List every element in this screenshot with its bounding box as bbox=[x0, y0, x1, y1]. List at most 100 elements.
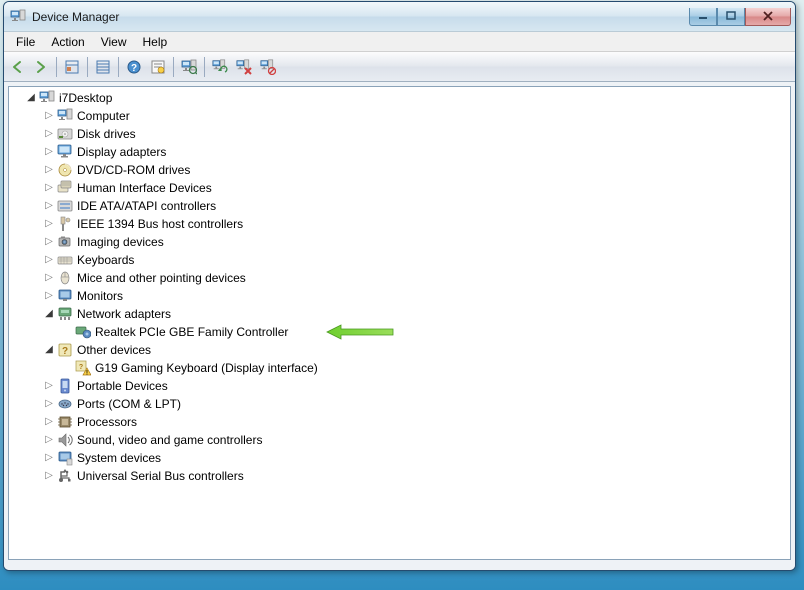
toolbar-help-button[interactable] bbox=[123, 56, 145, 78]
tree-node-system-devices[interactable]: ▷ System devices bbox=[9, 449, 790, 467]
highlight-arrow-icon bbox=[325, 324, 395, 340]
close-button[interactable] bbox=[745, 8, 791, 26]
statusbar bbox=[4, 564, 795, 570]
tree-node-imaging[interactable]: ▷ Imaging devices bbox=[9, 233, 790, 251]
device-manager-window: Device Manager File Action View Help bbox=[3, 1, 796, 571]
other-devices-icon bbox=[57, 342, 73, 358]
expand-icon[interactable]: ▷ bbox=[43, 290, 55, 302]
tree-leaf-realtek-nic[interactable]: Realtek PCIe GBE Family Controller bbox=[9, 323, 790, 341]
disable-icon bbox=[260, 59, 276, 75]
cpu-icon bbox=[57, 414, 73, 430]
expand-icon[interactable]: ▷ bbox=[43, 200, 55, 212]
toolbar-separator bbox=[56, 57, 57, 77]
maximize-button[interactable] bbox=[717, 8, 745, 26]
portable-device-icon bbox=[57, 378, 73, 394]
collapse-icon[interactable]: ◢ bbox=[43, 308, 55, 320]
toolbar bbox=[4, 52, 795, 82]
tree-node-network-adapters[interactable]: ◢ Network adapters bbox=[9, 305, 790, 323]
tree-node-computer[interactable]: ▷ Computer bbox=[9, 107, 790, 125]
tree-node-sound-video-game[interactable]: ▷ Sound, video and game controllers bbox=[9, 431, 790, 449]
window-title: Device Manager bbox=[32, 10, 689, 24]
expand-icon[interactable]: ▷ bbox=[43, 182, 55, 194]
speaker-icon bbox=[57, 432, 73, 448]
expand-icon[interactable]: ▷ bbox=[43, 236, 55, 248]
expand-icon[interactable]: ▷ bbox=[43, 254, 55, 266]
tree-node-ide-atapi[interactable]: ▷ IDE ATA/ATAPI controllers bbox=[9, 197, 790, 215]
expand-icon[interactable]: ▷ bbox=[43, 218, 55, 230]
tree-node-hid[interactable]: ▷ Human Interface Devices bbox=[9, 179, 790, 197]
camera-icon bbox=[57, 234, 73, 250]
firewire-icon bbox=[57, 216, 73, 232]
tree-node-display-adapters[interactable]: ▷ Display adapters bbox=[9, 143, 790, 161]
minimize-button[interactable] bbox=[689, 8, 717, 26]
monitor-icon bbox=[57, 288, 73, 304]
toolbar-scan-button[interactable] bbox=[178, 56, 200, 78]
dvd-icon bbox=[57, 162, 73, 178]
tree-node-ports[interactable]: ▷ Ports (COM & LPT) bbox=[9, 395, 790, 413]
toolbar-properties-button[interactable] bbox=[92, 56, 114, 78]
toolbar-show-hidden-button[interactable] bbox=[61, 56, 83, 78]
expand-icon[interactable]: ▷ bbox=[43, 416, 55, 428]
content-area: ◢ i7Desktop ▷ Computer ▷ Disk drives ▷ bbox=[4, 82, 795, 564]
back-arrow-icon bbox=[9, 59, 25, 75]
expand-icon[interactable]: ▷ bbox=[43, 272, 55, 284]
collapse-icon[interactable]: ◢ bbox=[43, 344, 55, 356]
toolbar-separator bbox=[87, 57, 88, 77]
tree-node-dvd-cdrom[interactable]: ▷ DVD/CD-ROM drives bbox=[9, 161, 790, 179]
computer-icon bbox=[57, 108, 73, 124]
computer-root-icon bbox=[39, 90, 55, 106]
tree-node-monitors[interactable]: ▷ Monitors bbox=[9, 287, 790, 305]
usb-icon bbox=[57, 468, 73, 484]
system-device-icon bbox=[57, 450, 73, 466]
expand-icon[interactable]: ▷ bbox=[43, 470, 55, 482]
update-driver-icon bbox=[212, 59, 228, 75]
tree-node-processors[interactable]: ▷ Processors bbox=[9, 413, 790, 431]
expand-icon[interactable]: ▷ bbox=[43, 128, 55, 140]
menu-view[interactable]: View bbox=[93, 33, 135, 51]
tree-node-ieee1394[interactable]: ▷ IEEE 1394 Bus host controllers bbox=[9, 215, 790, 233]
collapse-icon[interactable]: ◢ bbox=[25, 92, 37, 104]
tree-node-disk-drives[interactable]: ▷ Disk drives bbox=[9, 125, 790, 143]
expand-icon[interactable]: ▷ bbox=[43, 398, 55, 410]
toolbar-forward-button[interactable] bbox=[30, 56, 52, 78]
toolbar-props2-button[interactable] bbox=[147, 56, 169, 78]
nic-device-icon bbox=[75, 324, 91, 340]
toolbar-disable-button[interactable] bbox=[257, 56, 279, 78]
hid-icon bbox=[57, 180, 73, 196]
toolbar-uninstall-button[interactable] bbox=[233, 56, 255, 78]
device-tree-pane: ◢ i7Desktop ▷ Computer ▷ Disk drives ▷ bbox=[8, 86, 791, 560]
tree-node-other-devices[interactable]: ◢ Other devices bbox=[9, 341, 790, 359]
tree-node-mice[interactable]: ▷ Mice and other pointing devices bbox=[9, 269, 790, 287]
help-icon bbox=[126, 59, 142, 75]
expand-icon[interactable]: ▷ bbox=[43, 110, 55, 122]
tree-leaf-g19-keyboard[interactable]: G19 Gaming Keyboard (Display interface) bbox=[9, 359, 790, 377]
expand-icon[interactable]: ▷ bbox=[43, 380, 55, 392]
unknown-device-warning-icon bbox=[75, 360, 91, 376]
tree-node-keyboards[interactable]: ▷ Keyboards bbox=[9, 251, 790, 269]
toolbar-separator bbox=[118, 57, 119, 77]
network-adapter-icon bbox=[57, 306, 73, 322]
menu-file[interactable]: File bbox=[8, 33, 43, 51]
expand-icon[interactable]: ▷ bbox=[43, 434, 55, 446]
expand-icon[interactable]: ▷ bbox=[43, 164, 55, 176]
scan-hardware-icon bbox=[181, 59, 197, 75]
mouse-icon bbox=[57, 270, 73, 286]
toolbar-update-button[interactable] bbox=[209, 56, 231, 78]
keyboard-icon bbox=[57, 252, 73, 268]
tree-node-usb-controllers[interactable]: ▷ Universal Serial Bus controllers bbox=[9, 467, 790, 485]
expand-icon[interactable]: ▷ bbox=[43, 146, 55, 158]
toolbar-back-button[interactable] bbox=[6, 56, 28, 78]
expand-icon[interactable]: ▷ bbox=[43, 452, 55, 464]
disk-drive-icon bbox=[57, 126, 73, 142]
grid-icon bbox=[64, 59, 80, 75]
tree-node-portable-devices[interactable]: ▷ Portable Devices bbox=[9, 377, 790, 395]
titlebar: Device Manager bbox=[4, 2, 795, 32]
tree-root[interactable]: ◢ i7Desktop bbox=[9, 89, 790, 107]
menu-action[interactable]: Action bbox=[43, 33, 92, 51]
property-sheet-icon bbox=[150, 59, 166, 75]
uninstall-icon bbox=[236, 59, 252, 75]
app-icon bbox=[10, 9, 26, 25]
forward-arrow-icon bbox=[33, 59, 49, 75]
menu-help[interactable]: Help bbox=[135, 33, 176, 51]
ide-controller-icon bbox=[57, 198, 73, 214]
